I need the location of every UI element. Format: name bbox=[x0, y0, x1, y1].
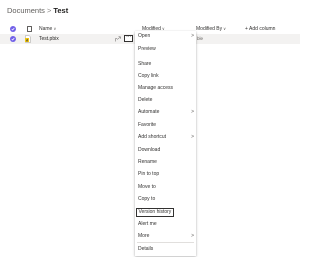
row-check-icon[interactable] bbox=[10, 36, 16, 42]
share-icon[interactable] bbox=[115, 36, 121, 42]
menu-item-label: Share bbox=[138, 61, 152, 67]
menu-item-download[interactable]: Download bbox=[135, 145, 196, 155]
menu-item-share[interactable]: Share bbox=[135, 59, 196, 69]
menu-item-label: Version history bbox=[136, 208, 174, 217]
add-column-button[interactable]: + Add column bbox=[245, 24, 275, 34]
more-icon: ··· bbox=[126, 34, 132, 40]
select-all-check-icon[interactable] bbox=[10, 26, 16, 32]
chevron-down-icon: ∨ bbox=[53, 26, 57, 31]
menu-item-label: Details bbox=[138, 246, 154, 252]
menu-item-label: Copy link bbox=[138, 73, 159, 79]
menu-item-label: Automate bbox=[138, 109, 160, 115]
menu-item-more[interactable]: More > bbox=[135, 231, 196, 241]
menu-item-label: Rename bbox=[138, 159, 157, 165]
menu-item-details[interactable]: Details bbox=[135, 244, 196, 254]
menu-item-label: Move to bbox=[138, 184, 156, 190]
breadcrumb-documents[interactable]: Documents bbox=[7, 6, 45, 15]
name-header-label: Name bbox=[39, 26, 53, 32]
menu-item-move-to[interactable]: Move to bbox=[135, 182, 196, 192]
chevron-right-icon: > bbox=[191, 233, 194, 239]
menu-item-open[interactable]: Open > bbox=[135, 31, 196, 41]
menu-item-label: Delete bbox=[138, 97, 153, 103]
breadcrumb-current: Test bbox=[53, 6, 69, 15]
breadcrumb-separator: > bbox=[46, 6, 52, 15]
menu-item-label: Download bbox=[138, 147, 161, 153]
menu-item-label: Copy to bbox=[138, 196, 156, 202]
menu-item-label: Add shortcut bbox=[138, 134, 167, 140]
powerbi-file-icon bbox=[25, 35, 31, 43]
menu-item-version-history[interactable]: Version history bbox=[135, 207, 196, 217]
menu-item-pin-to-top[interactable]: Pin to top bbox=[135, 169, 196, 179]
menu-divider bbox=[137, 242, 194, 243]
modified-by-column-header[interactable]: Modified By∨ bbox=[196, 24, 226, 34]
chevron-right-icon: > bbox=[191, 33, 194, 39]
document-icon bbox=[27, 26, 32, 32]
menu-item-copy-link[interactable]: Copy link bbox=[135, 71, 196, 81]
menu-item-alert-me[interactable]: Alert me bbox=[135, 219, 196, 229]
menu-item-preview[interactable]: Preview bbox=[135, 44, 196, 54]
chevron-down-icon: ∨ bbox=[223, 26, 227, 31]
menu-item-manage-access[interactable]: Manage access bbox=[135, 83, 196, 93]
menu-item-rename[interactable]: Rename bbox=[135, 157, 196, 167]
menu-item-label: Open bbox=[138, 33, 151, 39]
breadcrumb: Documents > Test bbox=[7, 6, 68, 16]
menu-item-copy-to[interactable]: Copy to bbox=[135, 194, 196, 204]
menu-item-label: Alert me bbox=[138, 221, 157, 227]
menu-item-delete[interactable]: Delete bbox=[135, 95, 196, 105]
menu-item-label: More bbox=[138, 233, 150, 239]
file-name-link[interactable]: Test.pbix bbox=[39, 34, 59, 44]
modified-by-value: ble bbox=[197, 36, 204, 41]
menu-item-label: Manage access bbox=[138, 85, 174, 91]
modified-by-header-label: Modified By bbox=[196, 26, 223, 32]
chevron-right-icon: > bbox=[191, 134, 194, 140]
chevron-right-icon: > bbox=[191, 109, 194, 115]
menu-item-favorite[interactable]: Favorite bbox=[135, 120, 196, 130]
menu-item-label: Pin to top bbox=[138, 171, 160, 177]
menu-item-automate[interactable]: Automate > bbox=[135, 107, 196, 117]
name-column-header[interactable]: Name∨ bbox=[39, 24, 56, 34]
menu-item-label: Preview bbox=[138, 46, 156, 52]
menu-item-label: Favorite bbox=[138, 122, 157, 128]
menu-item-add-shortcut[interactable]: Add shortcut > bbox=[135, 132, 196, 142]
more-options-button[interactable]: ··· bbox=[124, 34, 133, 42]
context-menu: Open > Preview Share Copy link Manage ac… bbox=[135, 31, 196, 256]
